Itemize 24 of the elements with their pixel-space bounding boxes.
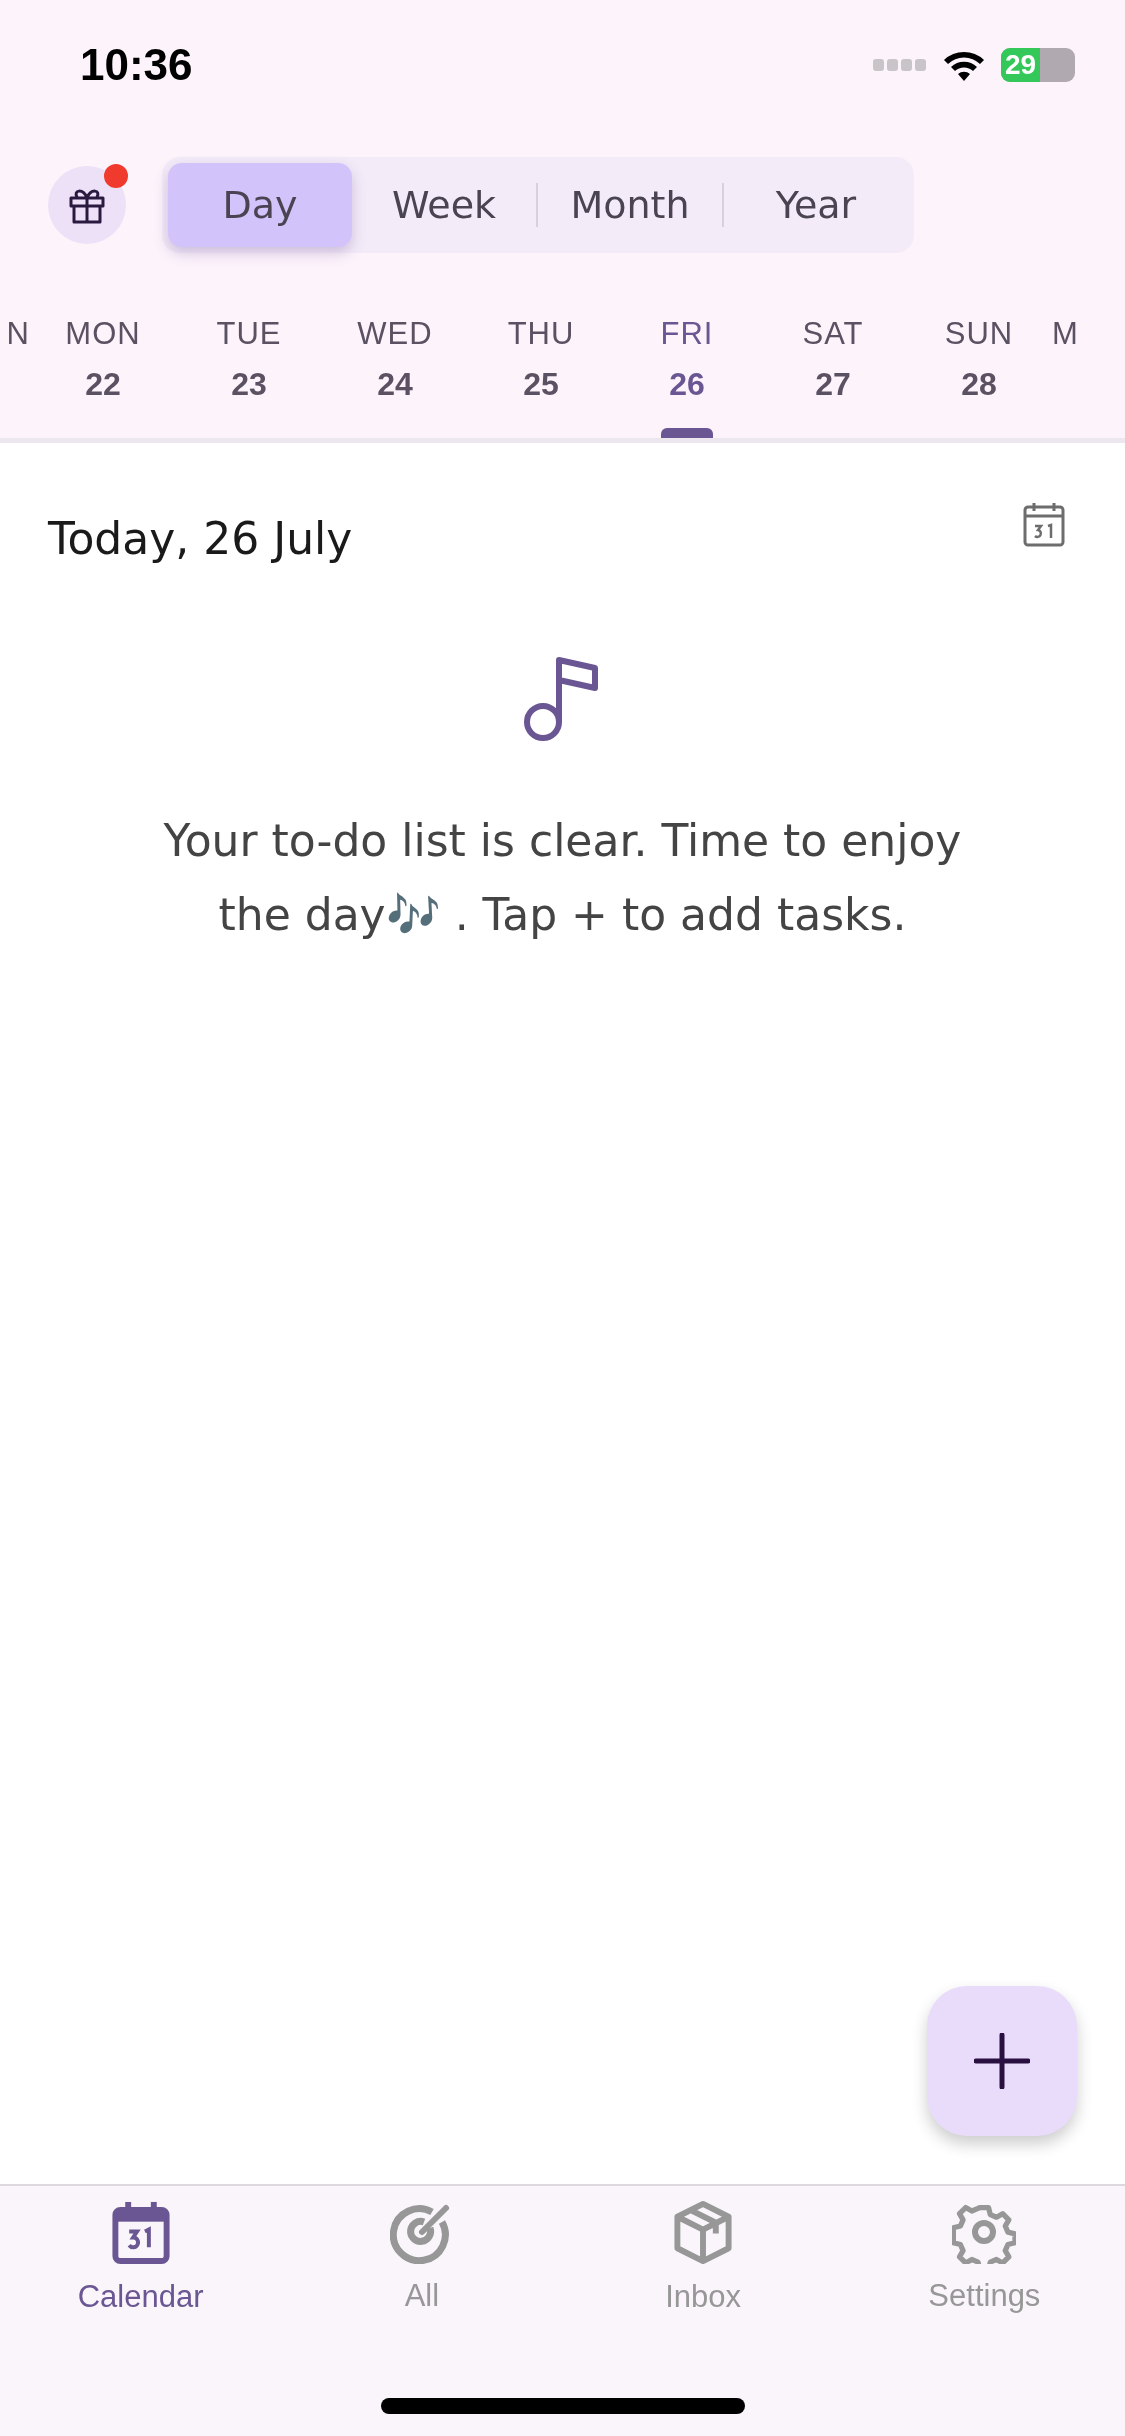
day-item[interactable]: WED 24 xyxy=(322,280,468,438)
battery-icon: 29 xyxy=(1001,48,1075,82)
day-item[interactable]: MON 22 xyxy=(30,280,176,438)
day-item[interactable]: TUE 23 xyxy=(176,280,322,438)
day-item[interactable]: SAT 27 xyxy=(760,280,906,438)
signal-icon xyxy=(873,59,927,71)
day-item[interactable]: THU 25 xyxy=(468,280,614,438)
day-item[interactable]: SUN 28 xyxy=(906,280,1052,438)
day-item[interactable]: FRI 26 xyxy=(614,280,760,438)
view-tab[interactable]: Week xyxy=(352,163,536,247)
view-tab[interactable]: Year xyxy=(724,163,908,247)
view-tab[interactable]: Month xyxy=(538,163,722,247)
box-icon xyxy=(672,2200,735,2265)
calendar-icon xyxy=(110,2200,171,2265)
add-button[interactable] xyxy=(927,1986,1077,2136)
empty-message: Your to-do list is clear. Time to enjoy the day🎶 . Tap + to add tasks. xyxy=(162,814,963,942)
day-item[interactable]: N xyxy=(0,280,30,438)
date-heading: Today, 26 July xyxy=(48,513,353,564)
calendar-icon[interactable] xyxy=(1023,500,1065,547)
tab-bar-item[interactable]: Calendar xyxy=(0,2186,282,2316)
status-time: 10:36 xyxy=(80,40,194,90)
day-item[interactable]: M xyxy=(1052,280,1082,438)
view-tab[interactable]: Day xyxy=(168,163,352,247)
plus-icon xyxy=(974,2033,1030,2089)
